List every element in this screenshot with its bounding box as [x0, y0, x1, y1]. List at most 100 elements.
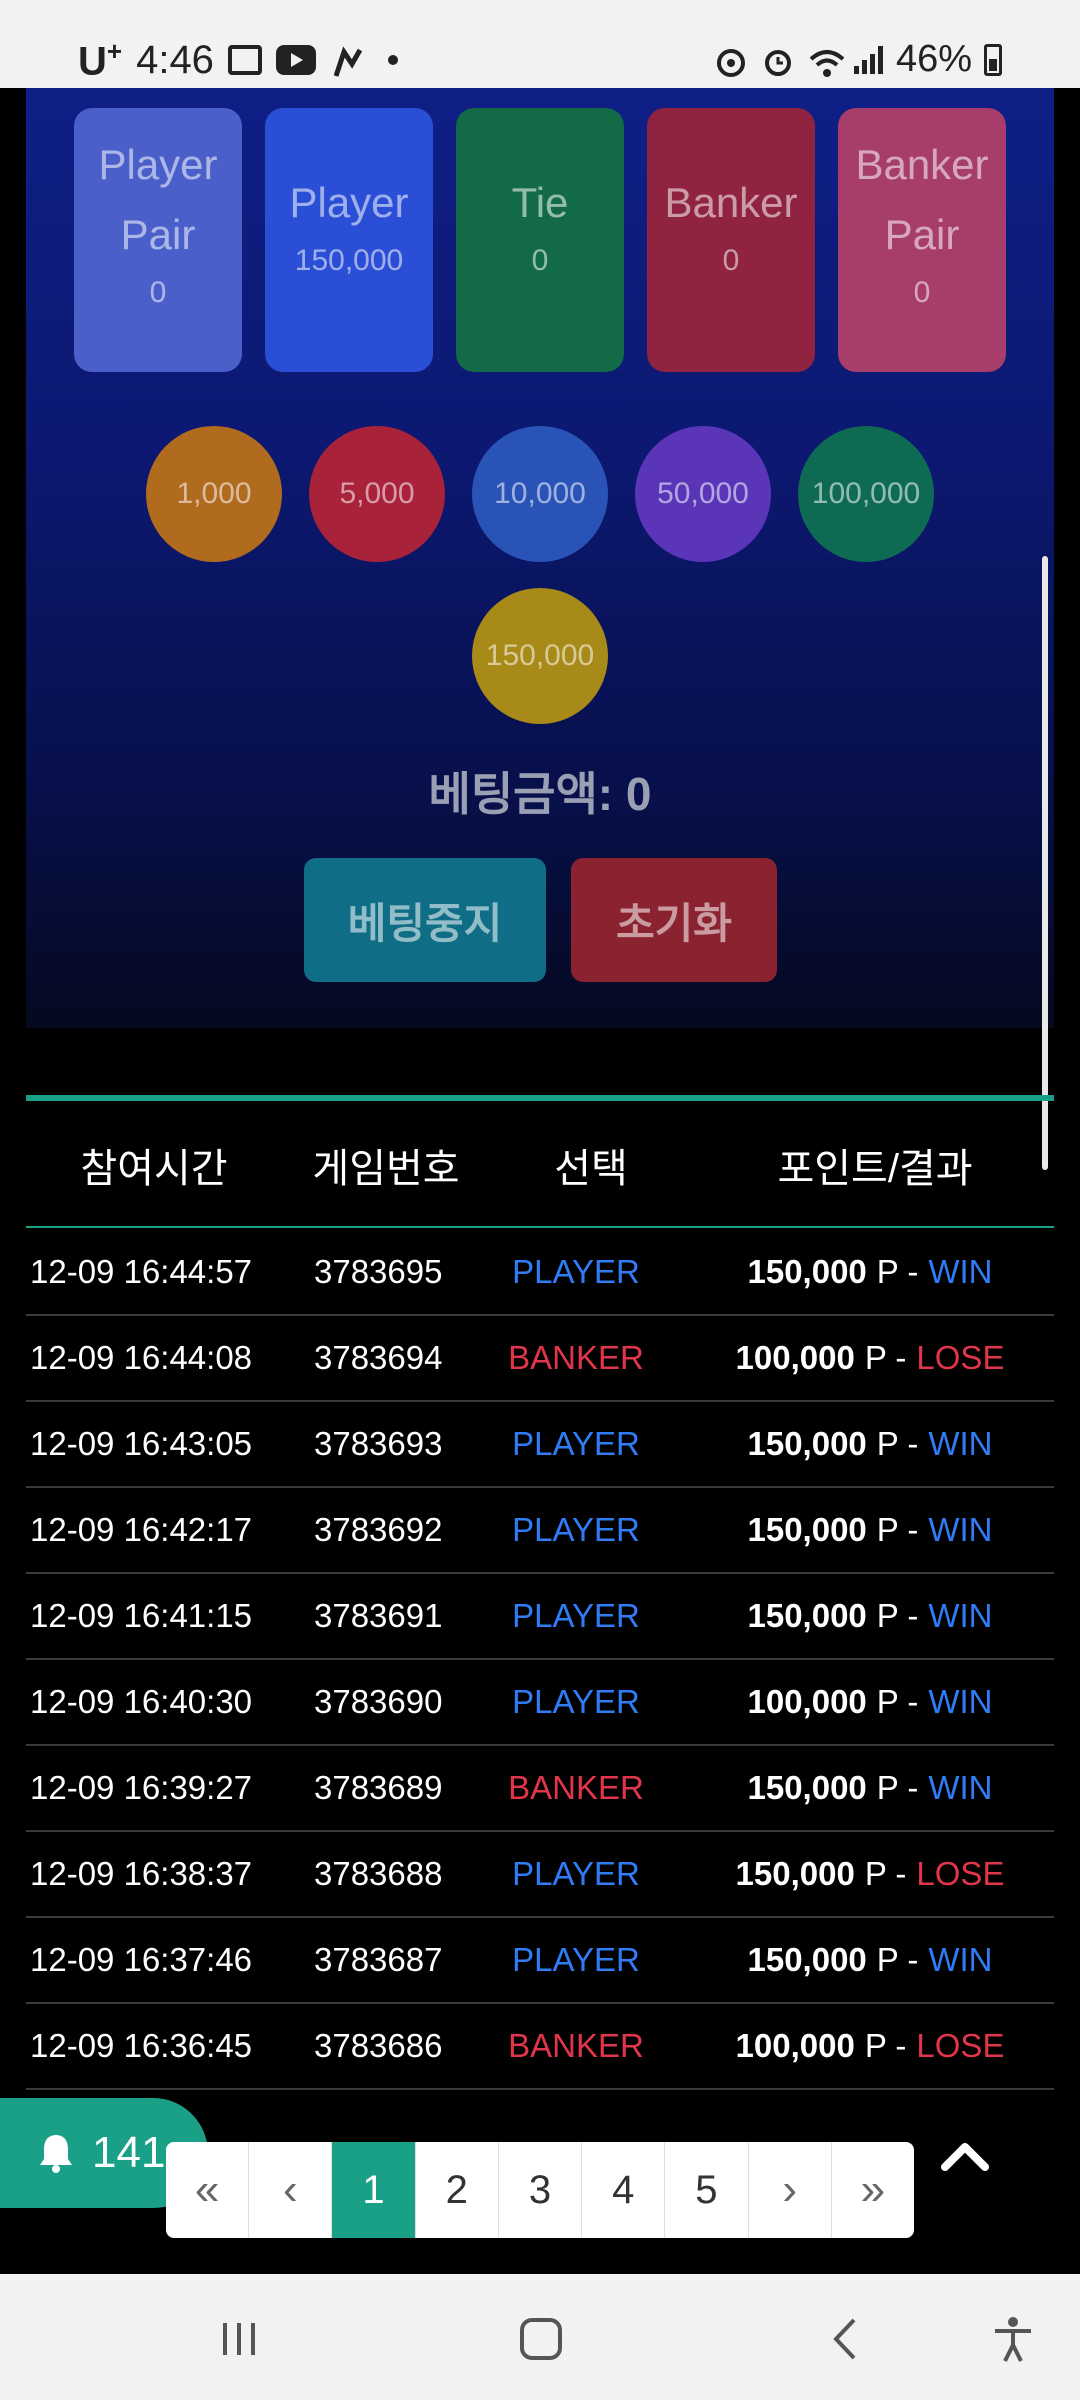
- cell-choice: PLAYER: [512, 1683, 640, 1720]
- cell-result: LOSE: [916, 1339, 1005, 1376]
- table-row: 12-09 16:41:15 3783691 PLAYER 150,000 P - WIN: [26, 1574, 1054, 1660]
- cell-points-result: 150,000 P - WIN: [686, 1574, 1054, 1658]
- bell-icon: [36, 2132, 76, 2174]
- table-row: 12-09 16:43:05 3783693 PLAYER 150,000 P - WIN: [26, 1402, 1054, 1488]
- cell-unit: P -: [876, 1253, 919, 1290]
- cell-time: 12-09 16:43:05: [30, 1425, 253, 1462]
- bet-box-label: Pair: [120, 211, 196, 258]
- cell-time: 12-09 16:44:08: [30, 1339, 253, 1376]
- cell-result: LOSE: [916, 1855, 1005, 1892]
- chip-10000[interactable]: 10,000: [472, 426, 608, 562]
- scrollbar[interactable]: [1042, 556, 1048, 1170]
- stop-betting-button[interactable]: 베팅중지: [304, 858, 546, 982]
- cell-points-result: 100,000 P - LOSE: [686, 2004, 1054, 2088]
- cell-points: 150,000: [747, 1425, 867, 1462]
- cell-unit: P -: [876, 1769, 919, 1806]
- cell-points-result: 100,000 P - WIN: [686, 1660, 1054, 1744]
- table-row: 12-09 16:40:30 3783690 PLAYER 100,000 P - WIN: [26, 1660, 1054, 1746]
- cell-points: 150,000: [735, 1855, 855, 1892]
- cell-time: 12-09 16:37:46: [30, 1941, 253, 1978]
- cell-unit: P -: [876, 1941, 919, 1978]
- cell-game-number: 3783689: [314, 1769, 443, 1806]
- youtube-notification-icon: [275, 45, 316, 76]
- system-nav-bar: [0, 2274, 1080, 2400]
- cell-result: WIN: [928, 1683, 993, 1720]
- accessibility-icon: [995, 2317, 1031, 2362]
- table-row: 12-09 16:38:37 3783688 PLAYER 150,000 P - LOS…: [26, 1832, 1054, 1918]
- cell-points: 100,000: [735, 1339, 855, 1376]
- cell-points: 100,000: [747, 1683, 867, 1720]
- home-button[interactable]: [506, 2304, 576, 2374]
- prev-page-button[interactable]: ‹: [249, 2142, 333, 2238]
- bet-box-player-pair[interactable]: Player Pair 0: [74, 108, 242, 372]
- cell-game-number: 3783693: [314, 1425, 443, 1462]
- cell-unit: P -: [864, 1855, 907, 1892]
- status-bar: U+ 4:46 46%: [0, 0, 1080, 88]
- app-notification-icon: [330, 45, 364, 77]
- back-button[interactable]: [810, 2304, 880, 2374]
- cell-unit: P -: [876, 1683, 919, 1720]
- cell-game-number: 3783691: [314, 1597, 443, 1634]
- bet-box-amount: 150,000: [294, 244, 404, 277]
- cell-time: 12-09 16:40:30: [30, 1683, 253, 1720]
- bet-box-label: Banker: [855, 141, 989, 188]
- table-row: 12-09 16:44:08 3783694 BANKER 100,000 P - LOS…: [26, 1316, 1054, 1402]
- cell-result: WIN: [928, 1941, 993, 1978]
- page-button-3[interactable]: 3: [499, 2142, 583, 2238]
- page-button-4[interactable]: 4: [582, 2142, 666, 2238]
- more-notifications-dot: [387, 55, 398, 66]
- chip-1000[interactable]: 1,000: [146, 426, 282, 562]
- accessibility-button[interactable]: [978, 2304, 1048, 2374]
- cell-time: 12-09 16:38:37: [30, 1855, 253, 1892]
- cell-game-number: 3783692: [314, 1511, 443, 1548]
- cell-game-number: 3783695: [314, 1253, 443, 1290]
- chip-100000[interactable]: 100,000: [798, 426, 934, 562]
- wifi-icon: [808, 45, 845, 77]
- chip-150000[interactable]: 150,000: [472, 588, 608, 724]
- bet-box-tie[interactable]: Tie 0: [456, 108, 624, 372]
- page-button-1[interactable]: 1: [332, 2142, 416, 2238]
- bet-box-label: Tie: [511, 179, 569, 226]
- cell-game-number: 3783690: [314, 1683, 443, 1720]
- cell-points-result: 150,000 P - WIN: [686, 1488, 1054, 1572]
- table-row: 12-09 16:36:45 3783686 BANKER 100,000 P - LOS…: [26, 2004, 1054, 2090]
- bet-box-label: Player: [289, 179, 409, 226]
- cell-choice: PLAYER: [512, 1941, 640, 1978]
- chip-50000[interactable]: 50,000: [635, 426, 771, 562]
- next-page-button[interactable]: ›: [749, 2142, 832, 2238]
- cell-choice: BANKER: [508, 2027, 644, 2064]
- cell-points: 150,000: [747, 1511, 867, 1548]
- cell-game-number: 3783688: [314, 1855, 443, 1892]
- pagination: « ‹ 1 2 3 4 5 › »: [166, 2142, 914, 2238]
- chip-5000[interactable]: 5,000: [309, 426, 445, 562]
- cell-points: 150,000: [747, 1597, 867, 1634]
- cell-time: 12-09 16:41:15: [30, 1597, 253, 1634]
- cell-result: WIN: [928, 1425, 993, 1462]
- page-button-2[interactable]: 2: [416, 2142, 499, 2238]
- cell-game-number: 3783694: [314, 1339, 443, 1376]
- image-notification-icon: [227, 45, 262, 76]
- scroll-to-top-button[interactable]: [930, 2120, 1000, 2190]
- cell-choice: PLAYER: [512, 1597, 640, 1634]
- cell-unit: P -: [876, 1425, 919, 1462]
- cell-game-number: 3783687: [314, 1941, 443, 1978]
- bet-box-banker[interactable]: Banker 0: [647, 108, 815, 372]
- table-top-divider: [26, 1095, 1054, 1101]
- reset-button[interactable]: 초기화: [571, 858, 777, 982]
- recycle-icon: [716, 45, 750, 77]
- cell-result: WIN: [928, 1253, 993, 1290]
- first-page-button[interactable]: «: [166, 2142, 250, 2238]
- cell-result: LOSE: [916, 2027, 1005, 2064]
- back-icon: [833, 2318, 856, 2360]
- cell-unit: P -: [876, 1511, 919, 1548]
- page-button-5[interactable]: 5: [665, 2142, 749, 2238]
- last-page-button[interactable]: »: [832, 2142, 914, 2238]
- bet-box-player[interactable]: Player 150,000: [265, 108, 433, 372]
- recent-apps-button[interactable]: [204, 2304, 274, 2374]
- cell-points-result: 150,000 P - WIN: [686, 1230, 1054, 1314]
- battery-icon: [984, 43, 1002, 76]
- cell-points-result: 150,000 P - LOSE: [686, 1832, 1054, 1916]
- header-divider: [26, 1226, 1054, 1228]
- cell-time: 12-09 16:39:27: [30, 1769, 253, 1806]
- bet-box-banker-pair[interactable]: Banker Pair 0: [838, 108, 1006, 372]
